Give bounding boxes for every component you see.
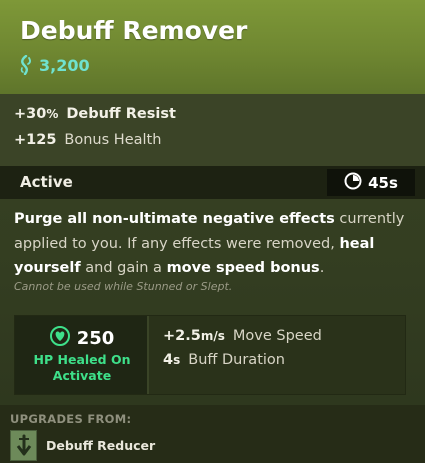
bonus-value: +2.5m/s [163,328,225,344]
stat-value: +125 [14,132,57,148]
item-cost: 3,200 [19,55,90,75]
bonus-move-speed: +2.5m/s Move Speed [163,328,322,344]
bonus-buff-duration: 4s Buff Duration [163,352,285,368]
active-ability-bar: Active 45s [0,166,425,199]
item-title: Debuff Remover [20,16,248,45]
stat-label: Debuff Resist [66,106,176,122]
ability-restriction-note: Cannot be used while Stunned or Slept. [14,280,233,293]
active-label: Active [20,173,73,191]
bonus-label: Move Speed [232,328,322,344]
stat-debuff-resist: +30% Debuff Resist [14,106,176,122]
cooldown-value: 45s [368,173,398,192]
bonus-label: Buff Duration [188,352,285,368]
upgrades-from-section: UPGRADES FROM: Debuff Reducer [0,405,425,463]
stat-bonus-health: +125 Bonus Health [14,132,161,148]
heal-icon [49,326,70,351]
souls-icon [19,55,33,75]
heal-box: 250 HP Healed On Activate [15,316,149,394]
cooldown-badge: 45s [327,169,415,196]
heal-amount: 250 [76,328,115,349]
item-header: Debuff Remover 3,200 [0,0,425,94]
cooldown-icon [344,172,362,194]
item-cost-value: 3,200 [39,55,90,75]
bonus-value: 4s [163,352,181,368]
debuff-reducer-icon[interactable] [10,430,37,461]
upgrades-title: UPGRADES FROM: [10,412,132,426]
stat-label: Bonus Health [64,132,162,148]
heal-label: HP Healed On Activate [33,352,131,383]
ability-bonus-panel: 250 HP Healed On Activate +2.5m/s Move S… [14,315,406,395]
upgrade-item-name[interactable]: Debuff Reducer [46,438,155,453]
passive-stats: +30% Debuff Resist +125 Bonus Health [0,94,425,166]
heal-value: 250 [15,326,149,351]
item-tooltip-card: Debuff Remover 3,200 +30% Debuff Resist … [0,0,425,463]
ability-description: Purge all non-ultimate negative effects … [14,211,405,276]
stat-value: +30% [14,106,59,122]
